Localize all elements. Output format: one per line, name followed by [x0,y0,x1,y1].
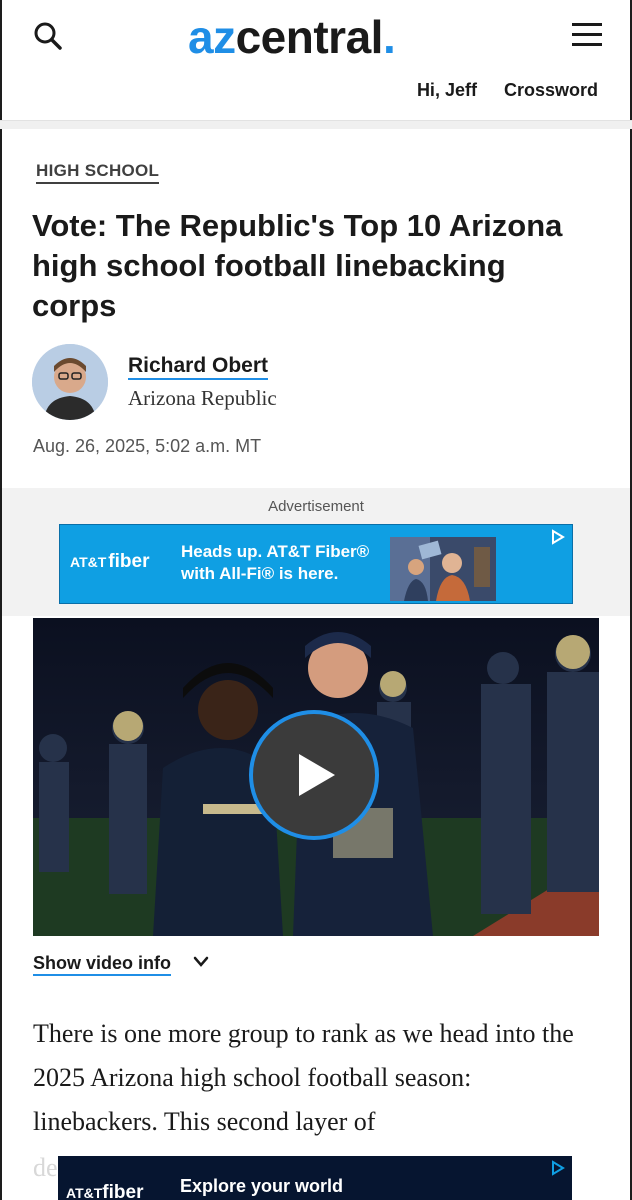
crossword-link[interactable]: Crossword [504,80,598,100]
show-video-info-link[interactable]: Show video info [33,952,171,976]
site-header: azcentral. Hi, Jeff Crossword [2,0,630,120]
logo-dot: . [382,11,396,63]
azcentral-logo[interactable]: azcentral. [188,6,396,68]
header-divider [0,120,632,129]
menu-button[interactable] [570,20,604,50]
author-name-link[interactable]: Richard Obert [128,354,269,380]
search-icon [34,22,62,50]
author-avatar[interactable] [32,344,108,420]
ad-brand-att: AT&T [70,554,107,570]
bottom-adchoices-icon[interactable] [550,1160,566,1176]
ad-family-photo [390,537,496,601]
ad-brand: AT&T fiber [70,551,149,573]
video-player[interactable] [33,618,599,936]
search-button[interactable] [32,20,66,54]
article-body-paragraph: There is one more group to rank as we he… [33,1019,574,1136]
section-label[interactable]: HIGH SCHOOL [36,160,160,184]
adchoices-icon[interactable] [550,529,566,545]
play-icon [299,754,335,796]
bottom-ad-brand-fiber: fiber [102,1182,144,1200]
bottom-ad-brand: AT&Tfiber [66,1182,143,1200]
hamburger-menu-icon [572,23,602,46]
logo-az: az [188,11,236,63]
advertisement-label: Advertisement [268,498,364,515]
article-headline: Vote: The Republic's Top 10 Arizona high… [32,208,563,323]
bottom-ad-cta: Explore your world [180,1176,344,1196]
account-greeting-link[interactable]: Hi, Jeff [417,80,477,100]
header-links: Hi, Jeff Crossword [395,80,598,101]
publish-date: Aug. 26, 2025, 5:02 a.m. MT [33,436,262,456]
ad-headline: Heads up. AT&T Fiber® with All-Fi® is he… [181,542,370,583]
author-organization: Arizona Republic [128,386,277,410]
video-play-button[interactable] [249,710,379,840]
bottom-ad-brand-att: AT&T [66,1185,103,1200]
logo-central: central [235,11,384,63]
ad-brand-fiber: fiber [108,551,150,572]
chevron-down-icon[interactable] [193,954,209,970]
bottom-sticky-ad[interactable]: AT&Tfiber Explore your world [58,1156,572,1200]
att-fiber-ad-banner[interactable]: AT&T fiber Heads up. AT&T Fiber® with All… [59,524,573,604]
advertisement-zone: Advertisement AT&T fiber Heads up. AT&T F… [2,488,630,616]
